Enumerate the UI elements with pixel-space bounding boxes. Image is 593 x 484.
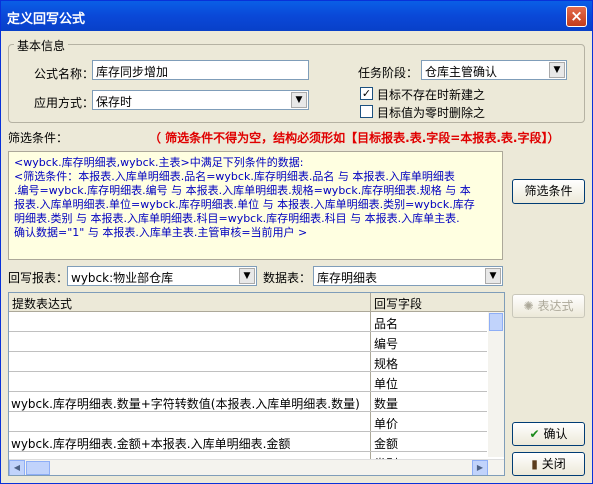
scroll-thumb[interactable] — [26, 461, 50, 475]
filter-line: 明细表.类别 与 本报表.入库单明细表.科目=wybck.库存明细表.科目 与 … — [14, 212, 460, 225]
task-stage-label: 任务阶段： — [358, 66, 419, 80]
field-cell: 编号 — [374, 337, 399, 351]
data-table-value: 库存明细表 — [317, 271, 378, 285]
confirm-button[interactable]: ✔ 确认 — [512, 422, 585, 446]
close-icon[interactable]: × — [566, 6, 587, 27]
dropdown-arrow-icon[interactable]: ▼ — [485, 268, 501, 284]
dropdown-arrow-icon[interactable]: ▼ — [291, 92, 307, 108]
formula-name-label: 公式名称： — [34, 67, 95, 81]
filter-label: 筛选条件： — [8, 131, 69, 145]
close-button-label: 关闭 — [541, 457, 566, 471]
table-row[interactable]: wybck.库存明细表.金额+本报表.入库单明细表.金额 金额 — [9, 432, 487, 452]
data-table-select[interactable]: 库存明细表 ▼ — [313, 266, 503, 286]
close-button[interactable]: ▮ 关闭 — [512, 452, 585, 476]
vertical-scrollbar[interactable] — [488, 312, 504, 457]
writeback-report-label: 回写报表： — [8, 271, 69, 285]
filter-line: .编号=wybck.库存明细表.编号 与 本报表.入库单明细表.规格=wybck… — [14, 184, 471, 197]
create-if-missing-checkbox[interactable]: ✓ — [360, 87, 373, 100]
checkmark-icon: ✔ — [529, 427, 540, 441]
col-header-field[interactable]: 回写字段 — [374, 295, 422, 312]
table-row[interactable]: 单价 — [9, 412, 487, 432]
dropdown-arrow-icon[interactable]: ▼ — [239, 268, 255, 284]
table-row[interactable]: wybck.库存明细表.数量+字符转数值(本报表.入库单明细表.数量) 数量 — [9, 392, 487, 412]
data-table-label: 数据表： — [263, 271, 312, 285]
filter-line: 报表.入库单明细表.单位=wybck.库存明细表.单位 与 本报表.入库单明细表… — [14, 198, 475, 211]
filter-line: <筛选条件：本报表.入库单明细表.品名=wybck.库存明细表.品名 与 本报表… — [14, 170, 455, 183]
expression-grid: 提数表达式 回写字段 品名 编号 规格 单位 wybck.库存明细表.数量+字符… — [8, 292, 505, 476]
writeback-report-select[interactable]: wybck:物业部仓库 ▼ — [67, 266, 257, 286]
window-title: 定义回写公式 — [7, 12, 86, 27]
apply-mode-label: 应用方式： — [34, 96, 95, 110]
scroll-right-arrow-icon[interactable]: ▶ — [472, 460, 488, 475]
delete-if-zero-checkbox[interactable] — [360, 105, 373, 118]
delete-if-zero-label: 目标值为零时删除之 — [377, 106, 486, 120]
confirm-button-label: 确认 — [543, 427, 568, 441]
filter-warning: （ 筛选条件不得为空，结构必须形如【目标报表.表.字段=本报表.表.字段】） — [149, 131, 560, 145]
expression-button[interactable]: ✺ 表达式 — [512, 294, 585, 318]
basic-info-group — [8, 44, 585, 123]
expression-button-label: 表达式 — [537, 299, 574, 313]
create-if-missing-label: 目标不存在时新建之 — [377, 88, 486, 102]
writeback-report-value: wybck:物业部仓库 — [71, 271, 174, 285]
expr-cell[interactable]: wybck.库存明细表.数量+字符转数值(本报表.入库单明细表.数量) — [11, 395, 360, 412]
field-cell: 单价 — [374, 417, 399, 431]
field-cell: 单位 — [374, 377, 399, 391]
table-row[interactable]: 规格 — [9, 352, 487, 372]
apply-mode-select[interactable]: 保存时 ▼ — [92, 90, 309, 110]
table-row[interactable]: 编号 — [9, 332, 487, 352]
field-cell: 数量 — [374, 397, 399, 411]
task-stage-select[interactable]: 仓库主管确认 ▼ — [421, 60, 567, 80]
door-exit-icon: ▮ — [531, 457, 538, 471]
field-cell: 规格 — [374, 357, 399, 371]
grid-header: 提数表达式 回写字段 — [9, 293, 504, 312]
bulb-icon: ✺ — [523, 299, 534, 313]
basic-info-label: 基本信息 — [14, 37, 69, 54]
dropdown-arrow-icon[interactable]: ▼ — [549, 62, 565, 78]
horizontal-scrollbar[interactable]: ◀ ▶ — [9, 459, 504, 475]
title-bar[interactable]: 定义回写公式 × — [1, 1, 592, 31]
formula-name-input[interactable]: 库存同步增加 — [92, 60, 309, 80]
filter-condition-button[interactable]: 筛选条件 — [512, 179, 585, 204]
task-stage-value: 仓库主管确认 — [425, 65, 498, 79]
expr-cell[interactable]: wybck.库存明细表.金额+本报表.入库单明细表.金额 — [11, 435, 290, 452]
col-header-expression[interactable]: 提数表达式 — [12, 295, 72, 312]
checkmark-icon: ✓ — [361, 87, 372, 100]
apply-mode-value: 保存时 — [96, 95, 133, 109]
dialog-window: 定义回写公式 × 基本信息 公式名称： 库存同步增加 应用方式： 保存时 ▼ 任… — [0, 0, 593, 484]
table-row[interactable]: 单位 — [9, 372, 487, 392]
scroll-thumb[interactable] — [489, 313, 503, 331]
field-cell: 金额 — [374, 437, 399, 451]
field-cell: 品名 — [374, 317, 399, 331]
filter-line: <wybck.库存明细表,wybck.主表>中满足下列条件的数据: — [14, 156, 304, 169]
table-row[interactable]: 品名 — [9, 312, 487, 332]
scroll-left-arrow-icon[interactable]: ◀ — [9, 460, 25, 475]
filter-condition-textarea[interactable]: <wybck.库存明细表,wybck.主表>中满足下列条件的数据: <筛选条件：… — [8, 151, 503, 260]
filter-line: 确认数据="1" 与 本报表.入库单主表.主管审核=当前用户 > — [14, 226, 308, 239]
